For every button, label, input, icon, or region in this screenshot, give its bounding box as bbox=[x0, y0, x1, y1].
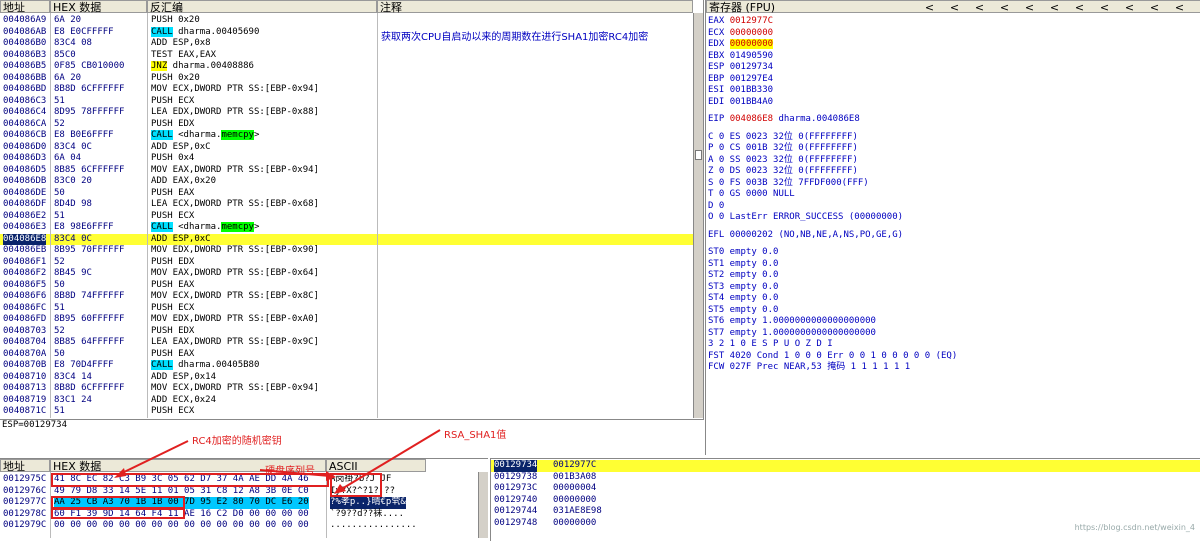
annotation-rsa-sha1: RSA_SHA1值 bbox=[444, 430, 507, 441]
arrow-rsa-sha1 bbox=[339, 429, 441, 491]
annotation-overlay bbox=[51, 429, 441, 519]
annotation-rc4-key: RC4加密的随机密钥 bbox=[192, 436, 282, 447]
annotation-machine-serial: 硬盘序列号 bbox=[265, 466, 315, 477]
arrow-head bbox=[334, 484, 346, 494]
arrow-rc4-key bbox=[119, 440, 189, 475]
